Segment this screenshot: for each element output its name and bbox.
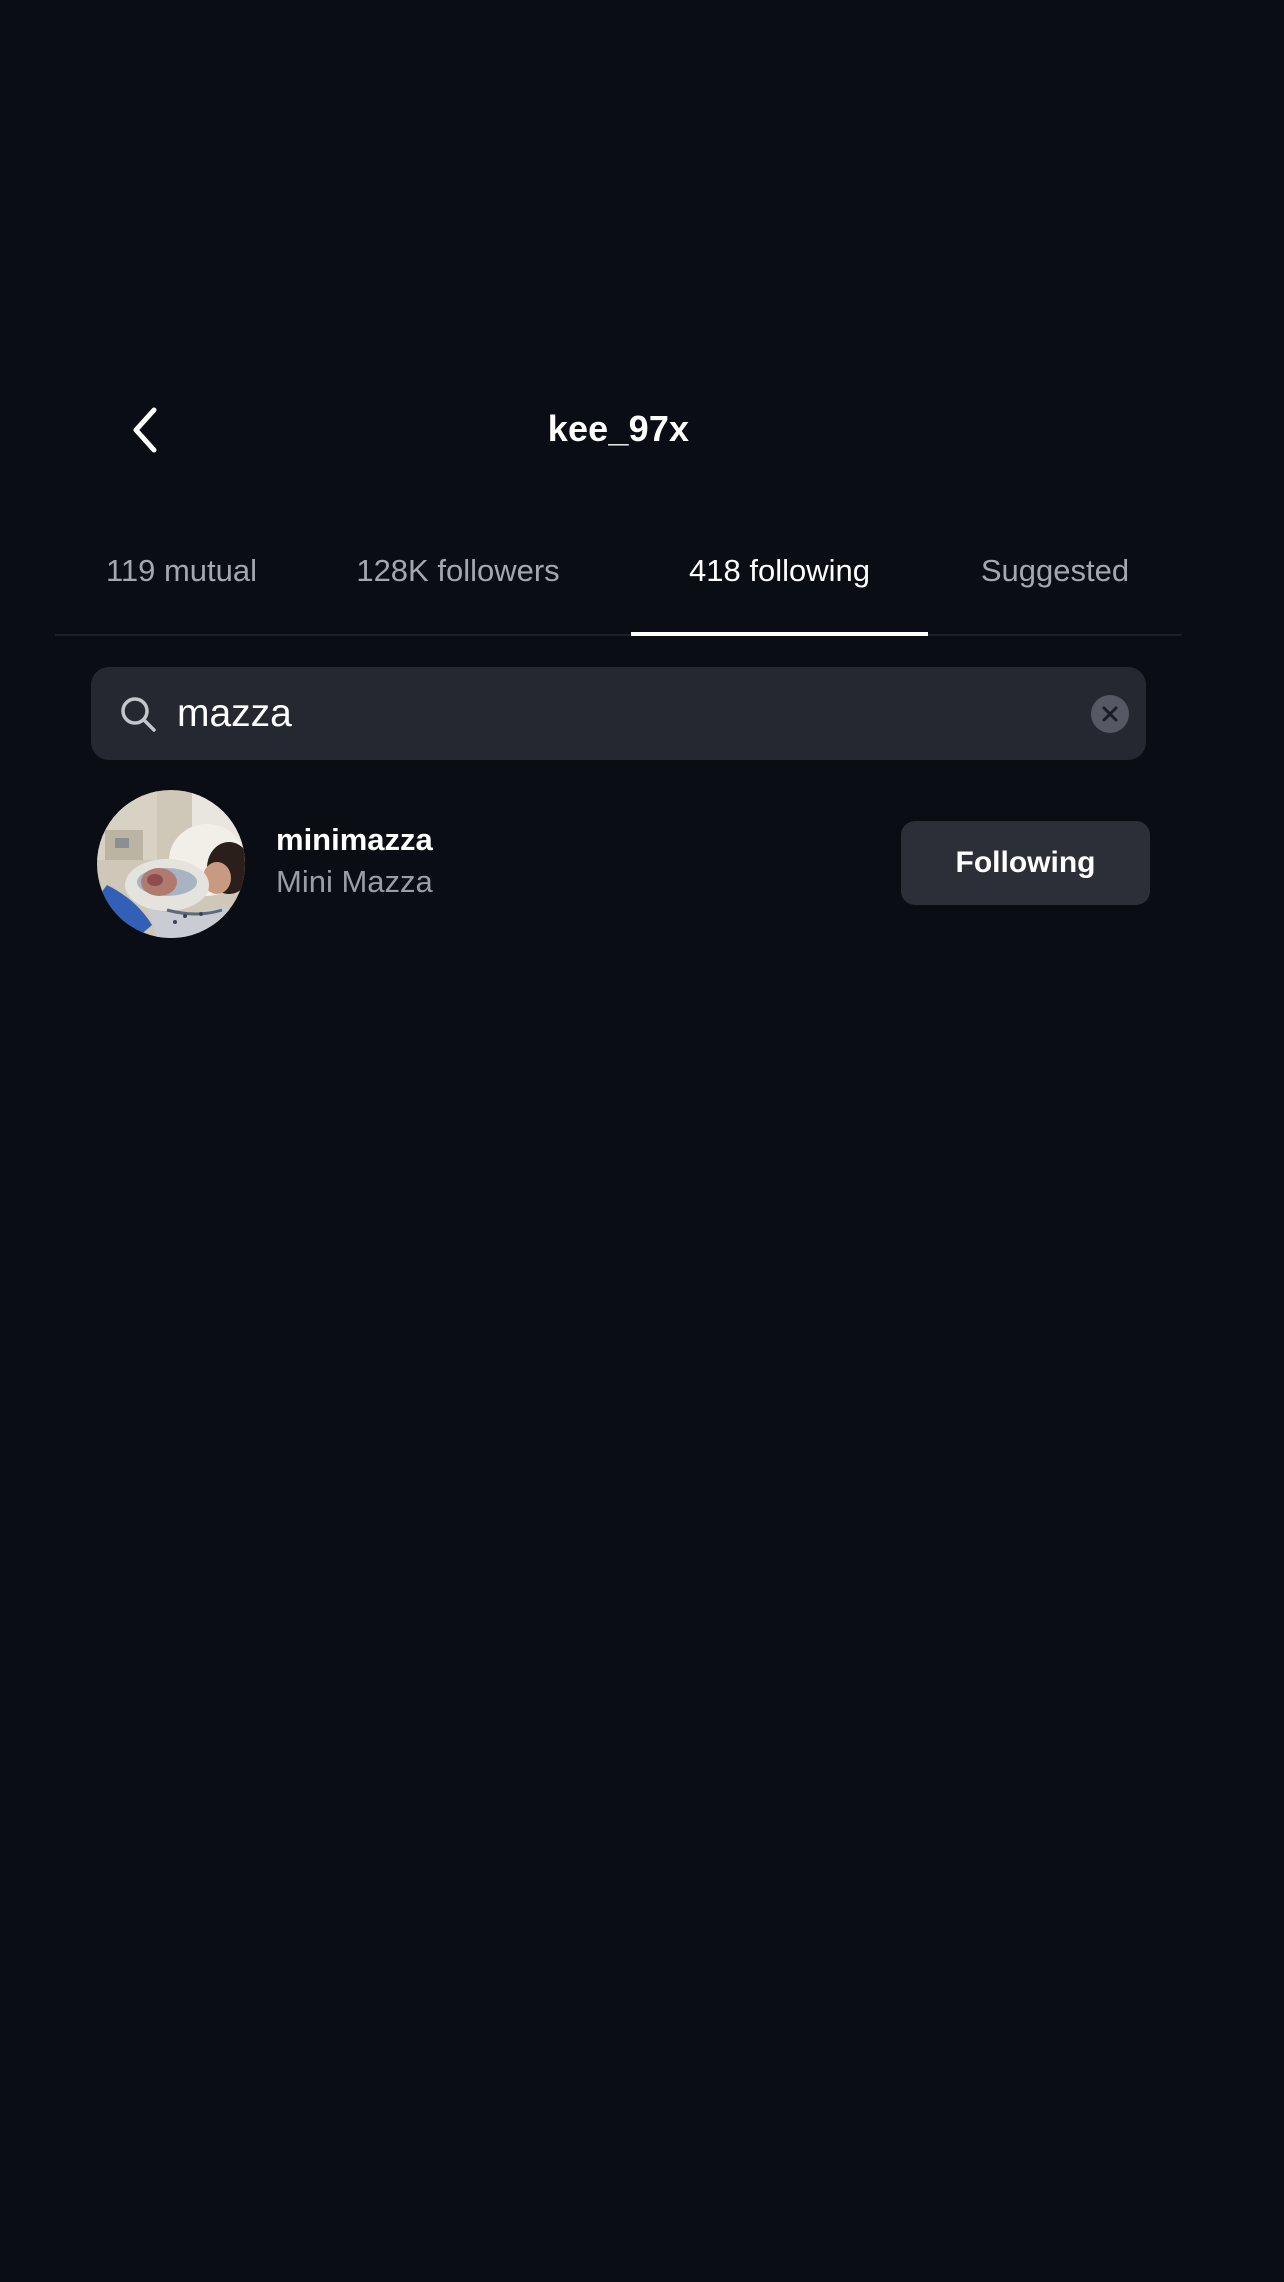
avatar[interactable]: [97, 790, 245, 938]
clear-icon: [1102, 706, 1118, 722]
list-item[interactable]: minimazza Mini Mazza Following: [55, 788, 1182, 938]
username: minimazza: [276, 822, 433, 857]
avatar-photo: [97, 790, 245, 938]
following-button[interactable]: Following: [901, 821, 1150, 905]
tab-followers[interactable]: 128K followers: [308, 508, 608, 634]
tab-following-label: 418 following: [689, 553, 870, 588]
full-name: Mini Mazza: [276, 864, 433, 899]
search-input[interactable]: [177, 667, 1047, 760]
search-bar: [91, 667, 1146, 760]
page-title: kee_97x: [547, 408, 690, 449]
tab-followers-label: 128K followers: [356, 553, 560, 588]
clear-search-button[interactable]: [1091, 695, 1129, 733]
header: kee_97x: [55, 378, 1182, 498]
tab-bar: 119 mutual 128K followers 418 following …: [55, 508, 1182, 636]
tab-suggested[interactable]: Suggested: [928, 508, 1182, 634]
user-info[interactable]: minimazza Mini Mazza: [276, 820, 433, 904]
search-icon: [121, 697, 156, 732]
tab-mutual-label: 119 mutual: [105, 553, 258, 588]
tab-following[interactable]: 418 following: [631, 508, 928, 636]
following-list-panel: kee_97x 119 mutual 128K followers 418 fo…: [55, 378, 1182, 2282]
tab-suggested-label: Suggested: [980, 553, 1130, 588]
tab-mutual[interactable]: 119 mutual: [55, 508, 308, 634]
screen: kee_97x 119 mutual 128K followers 418 fo…: [0, 0, 1284, 2282]
